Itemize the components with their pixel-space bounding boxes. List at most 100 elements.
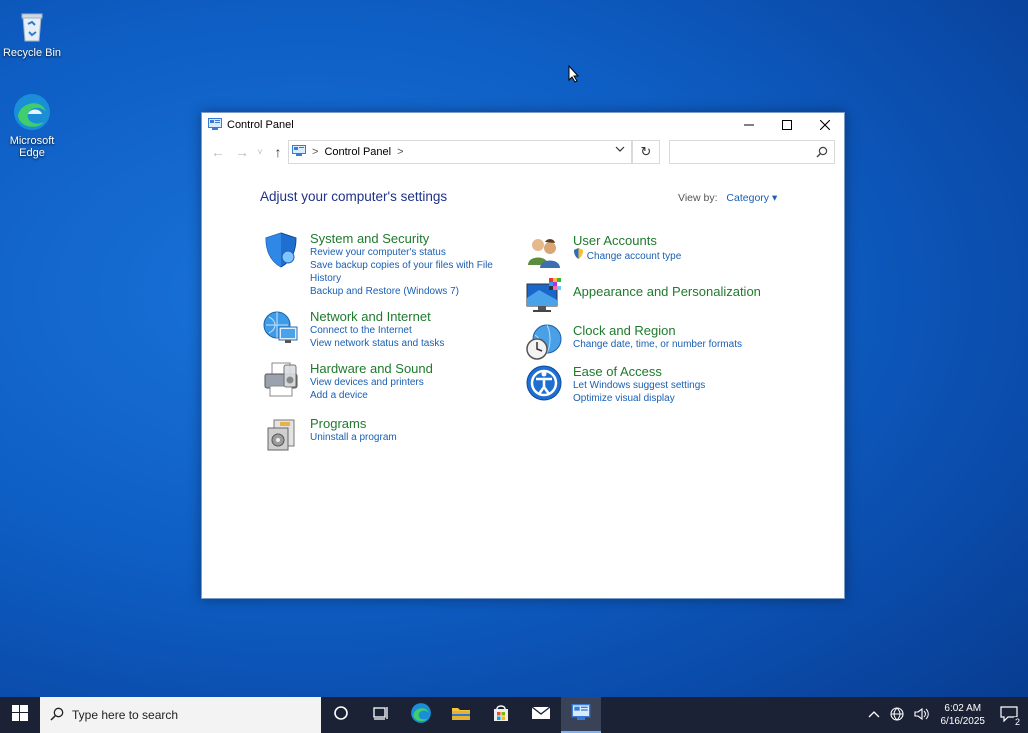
folder-icon <box>451 705 471 726</box>
link-let-windows-suggest-settings[interactable]: Let Windows suggest settings <box>573 379 705 392</box>
store-bag-icon <box>492 704 510 727</box>
network-globe-tray-icon[interactable] <box>889 706 904 724</box>
link-change-date-time-formats[interactable]: Change date, time, or number formats <box>573 338 742 351</box>
edge-icon <box>12 92 52 132</box>
taskbar-edge-icon <box>410 702 432 729</box>
action-center-notification-icon[interactable]: 2 <box>1000 705 1021 727</box>
link-uninstall-a-program[interactable]: Uninstall a program <box>310 431 397 444</box>
windows-logo-icon <box>12 704 28 726</box>
taskbar-edge-button[interactable] <box>401 697 441 733</box>
notification-count-badge: 2 <box>1013 716 1021 727</box>
taskbar-control-panel-icon <box>571 703 591 725</box>
maximize-button[interactable] <box>768 113 806 137</box>
link-review-computer-status[interactable]: Review your computer's status <box>310 246 500 259</box>
mouse-cursor-icon <box>568 64 580 88</box>
show-hidden-icons-chevron-icon[interactable] <box>868 709 880 722</box>
control-panel-icon <box>208 117 222 133</box>
link-backup-and-restore[interactable]: Backup and Restore (Windows 7) <box>310 285 500 298</box>
link-add-a-device[interactable]: Add a device <box>310 389 433 402</box>
page-heading: Adjust your computer's settings <box>260 189 448 204</box>
navigation-bar: ← → ˅ ↑ > Control Panel > ↻ <box>202 137 844 167</box>
view-by: View by: Category ▾ <box>678 192 777 204</box>
address-dropdown-chevron-icon[interactable] <box>615 144 625 157</box>
category-system-and-security: System and Security Review your computer… <box>262 231 512 306</box>
address-control-panel-icon <box>292 145 306 159</box>
category-network-and-internet: Network and Internet Connect to the Inte… <box>262 309 512 354</box>
back-arrow-icon[interactable]: ← <box>206 140 230 164</box>
taskbar-search-placeholder: Type here to search <box>72 708 179 722</box>
taskbar-search-box[interactable]: Type here to search <box>40 697 321 733</box>
link-view-network-status[interactable]: View network status and tasks <box>310 337 444 350</box>
breadcrumb-separator-trailing[interactable]: > <box>397 146 403 158</box>
category-ease-of-access: Ease of Access Let Windows suggest setti… <box>525 364 785 409</box>
view-by-dropdown[interactable]: Category ▾ <box>726 192 777 204</box>
link-view-devices-and-printers[interactable]: View devices and printers <box>310 376 433 389</box>
edge-label: Microsoft Edge <box>9 135 55 159</box>
uac-shield-icon <box>573 248 587 262</box>
desktop-icon-edge[interactable]: Microsoft Edge <box>2 92 62 159</box>
forward-arrow-icon[interactable]: → <box>230 140 254 164</box>
link-change-account-type[interactable]: Change account type <box>573 248 681 263</box>
cortana-circle-icon <box>333 705 349 726</box>
taskbar-mail-button[interactable] <box>521 697 561 733</box>
view-by-value[interactable]: Category <box>726 192 769 204</box>
control-panel-content: Adjust your computer's settings View by:… <box>202 167 844 598</box>
category-appearance-and-personalization: Appearance and Personalization <box>525 276 785 318</box>
title-bar[interactable]: Control Panel <box>202 113 844 137</box>
mail-envelope-icon <box>531 705 551 725</box>
category-title-programs[interactable]: Programs <box>310 416 397 431</box>
category-clock-and-region: Clock and Region Change date, time, or n… <box>525 323 785 365</box>
task-view-icon <box>372 705 390 726</box>
address-bar[interactable]: > Control Panel > <box>288 140 632 164</box>
taskbar-control-panel-button[interactable] <box>561 697 601 733</box>
refresh-button[interactable]: ↻ <box>632 140 660 164</box>
link-save-backup-copies[interactable]: Save backup copies of your files with Fi… <box>310 259 500 285</box>
clock-globe-icon <box>525 323 565 363</box>
control-panel-window: Control Panel ← → ˅ ↑ > Control Panel > <box>201 112 845 599</box>
desktop-icon-recycle-bin[interactable]: Recycle Bin <box>2 8 62 59</box>
task-view-button[interactable] <box>361 697 401 733</box>
category-title-hardware-and-sound[interactable]: Hardware and Sound <box>310 361 433 376</box>
clock-time: 6:02 AM <box>944 703 982 714</box>
user-accounts-icon <box>525 233 565 273</box>
recent-locations-chevron-icon[interactable]: ˅ <box>254 140 266 164</box>
close-button[interactable] <box>806 113 844 137</box>
taskbar: Type here to search 6:02 AM 6/16/2025 2 <box>0 697 1028 733</box>
taskbar-store-button[interactable] <box>481 697 521 733</box>
category-hardware-and-sound: Hardware and Sound View devices and prin… <box>262 361 512 406</box>
system-tray: 6:02 AM 6/16/2025 2 <box>863 697 1028 733</box>
category-title-clock-and-region[interactable]: Clock and Region <box>573 323 742 338</box>
breadcrumb-control-panel[interactable]: Control Panel <box>324 146 391 158</box>
cortana-button[interactable] <box>321 697 361 733</box>
minimize-button[interactable] <box>730 113 768 137</box>
ease-of-access-icon <box>525 364 565 404</box>
category-title-user-accounts[interactable]: User Accounts <box>573 233 681 248</box>
window-title: Control Panel <box>227 119 294 131</box>
link-change-account-type-label[interactable]: Change account type <box>587 251 682 262</box>
category-user-accounts: User Accounts Change account type <box>525 233 775 275</box>
up-arrow-icon[interactable]: ↑ <box>266 140 290 164</box>
category-title-appearance-and-personalization[interactable]: Appearance and Personalization <box>573 284 761 299</box>
category-title-ease-of-access[interactable]: Ease of Access <box>573 364 705 379</box>
category-title-system-and-security[interactable]: System and Security <box>310 231 500 246</box>
search-input[interactable] <box>669 140 835 164</box>
clock-date: 6/16/2025 <box>940 716 986 727</box>
taskbar-search-icon <box>50 707 64 724</box>
appearance-icon <box>525 276 565 316</box>
link-optimize-visual-display[interactable]: Optimize visual display <box>573 392 705 405</box>
taskbar-clock[interactable]: 6:02 AM 6/16/2025 <box>941 702 986 728</box>
volume-speaker-icon[interactable] <box>913 707 930 724</box>
category-title-network-and-internet[interactable]: Network and Internet <box>310 309 444 324</box>
link-connect-to-internet[interactable]: Connect to the Internet <box>310 324 444 337</box>
breadcrumb-separator: > <box>312 146 319 158</box>
printer-icon <box>262 361 302 401</box>
shield-icon <box>262 231 302 271</box>
search-icon <box>816 145 828 163</box>
category-programs: Programs Uninstall a program <box>262 416 512 456</box>
taskbar-file-explorer-button[interactable] <box>441 697 481 733</box>
view-by-label: View by: <box>678 192 718 204</box>
programs-icon <box>262 416 302 456</box>
start-button[interactable] <box>0 697 40 733</box>
recycle-bin-icon <box>14 8 50 44</box>
recycle-bin-label: Recycle Bin <box>2 47 62 59</box>
